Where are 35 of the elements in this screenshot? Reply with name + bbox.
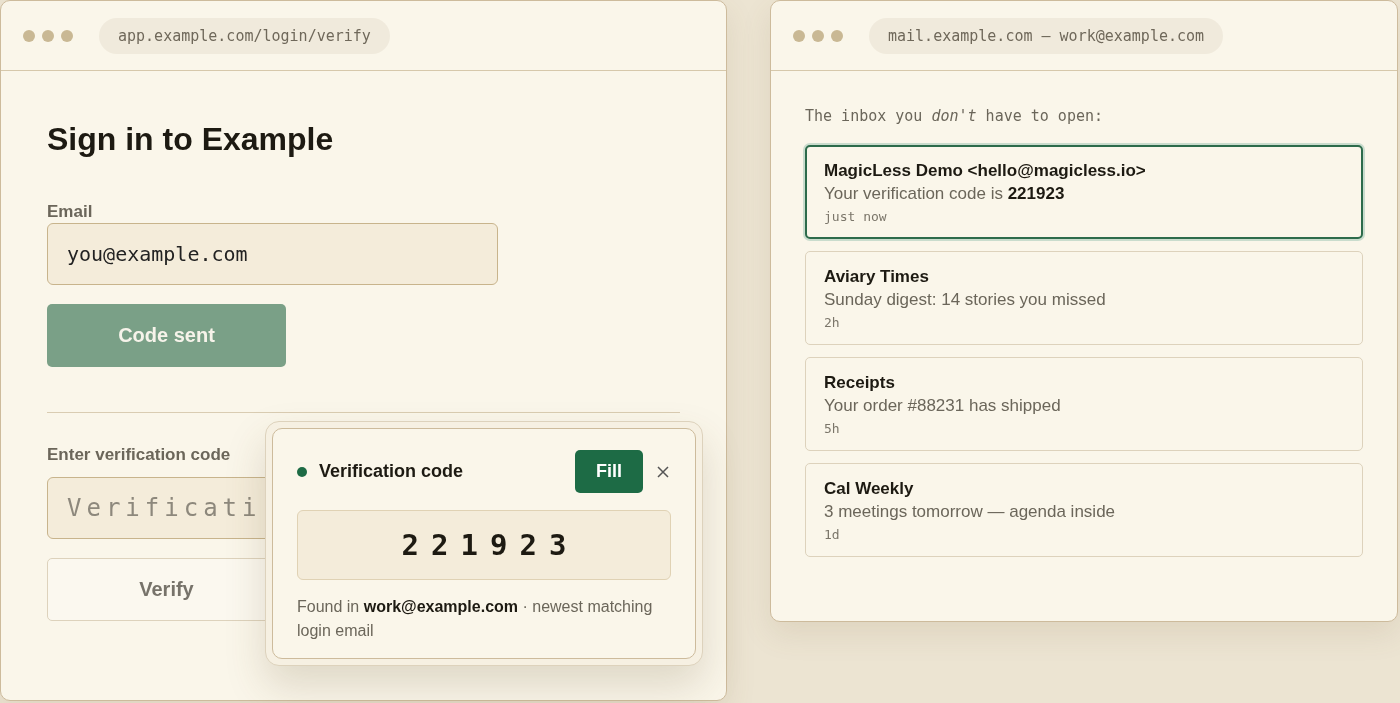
email-sender: Aviary Times (824, 267, 930, 287)
email-card[interactable]: Receipts Your order #88231 has shipped 5h (805, 357, 1363, 451)
code-display: 221923 (297, 510, 671, 580)
window-dot-icon (23, 29, 35, 42)
email-preview: Your order #88231 has shipped (824, 396, 1062, 416)
email-field[interactable]: you@example.com (47, 223, 498, 285)
close-button[interactable] (655, 463, 671, 480)
window-dot-icon (793, 29, 805, 42)
email-card[interactable]: Cal Weekly 3 meetings tomorrow — agenda inside 1d (805, 463, 1363, 557)
email-time: 1d (824, 527, 841, 542)
field-label: Enter verification code (47, 445, 231, 465)
address-bar[interactable]: app.example.com/login/verify (99, 17, 390, 54)
address-bar[interactable]: mail.example.com — work@example.com (869, 17, 1224, 54)
status-dot-icon (297, 466, 307, 477)
email-preview: Your verification code is 221923 (824, 184, 1066, 204)
inbox-intro: The inbox you don't have to open: (805, 107, 1105, 125)
email-time: 5h (824, 421, 841, 436)
email-card[interactable]: Aviary Times Sunday digest: 14 stories you missed 2h (805, 251, 1363, 345)
window-dot-icon (812, 29, 824, 42)
email-time: 2h (824, 315, 841, 330)
email-preview: Sunday digest: 14 stories you missed (824, 290, 1107, 310)
window-dot-icon (831, 29, 843, 42)
email-card[interactable]: MagicLess Demo <hello@magicless.io> Your verification code is 221923 just now (805, 145, 1363, 239)
email-sender: MagicLess Demo <hello@magicless.io> (824, 161, 1147, 181)
email-time: just now (824, 209, 888, 224)
email-sender: Cal Weekly (824, 479, 915, 499)
window-dot-icon (61, 29, 73, 42)
email-sender: Receipts (824, 373, 896, 393)
window-dot-icon (42, 29, 54, 42)
fill-button[interactable]: Fill (575, 450, 643, 493)
field-label: Email (47, 202, 93, 222)
source-note: Found in work@example.com · newest matching login email (297, 597, 654, 641)
email-preview: 3 meetings tomorrow — agenda inside (824, 502, 1117, 522)
popup-title: Verification code (319, 461, 465, 482)
page-heading: Sign in to Example (47, 121, 334, 158)
